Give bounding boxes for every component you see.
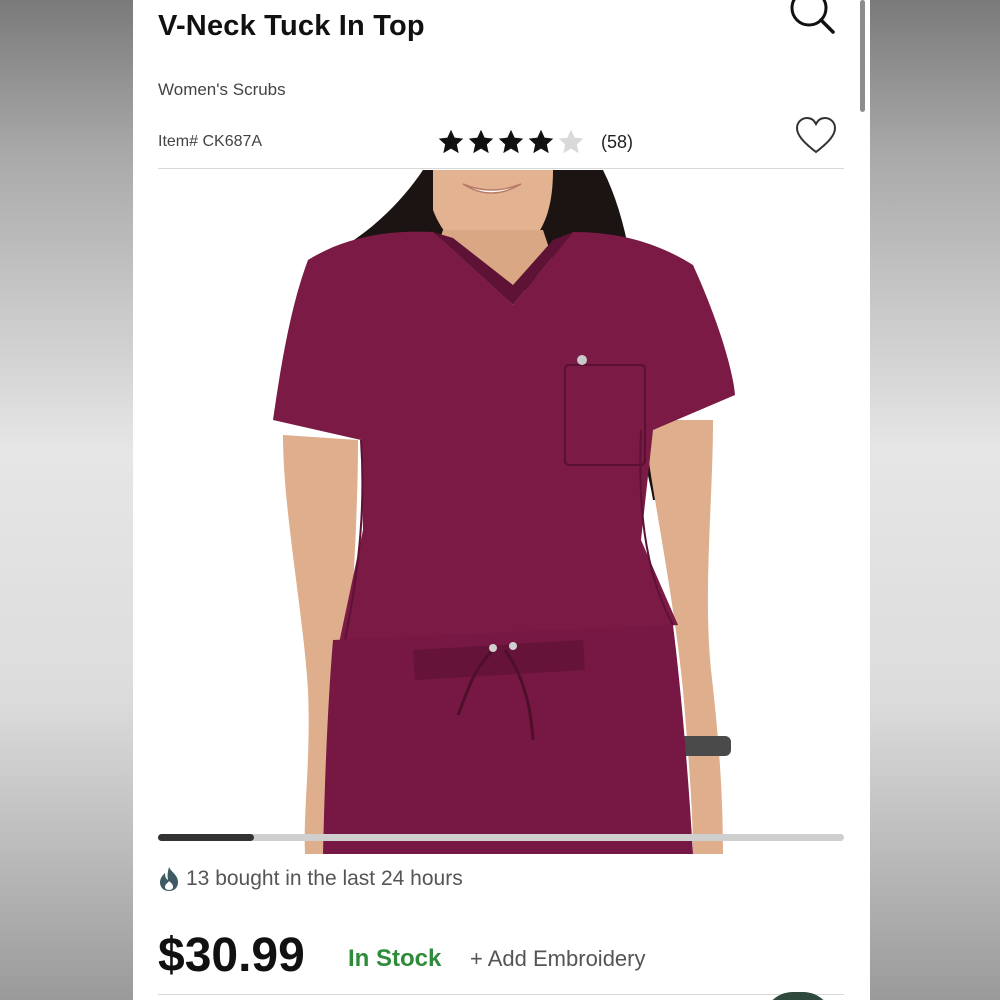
- header-divider: [158, 168, 844, 169]
- product-page: V-Neck Tuck In Top Women's Scrubs Item# …: [133, 0, 870, 1000]
- stock-status: In Stock: [348, 945, 442, 972]
- footer-divider: [158, 994, 844, 995]
- item-number: Item# CK687A: [158, 133, 263, 150]
- product-category: Women's Scrubs: [158, 80, 286, 99]
- background-right: [870, 0, 1000, 1000]
- star-filled-icon: [528, 129, 554, 154]
- background-left: [0, 0, 133, 1000]
- purchase-activity: 13 bought in the last 24 hours: [158, 866, 463, 892]
- product-title: V-Neck Tuck In Top: [158, 10, 425, 42]
- page-scrollbar[interactable]: [860, 0, 865, 112]
- review-count[interactable]: (58): [601, 132, 633, 153]
- product-price: $30.99: [158, 929, 305, 982]
- carousel-position: [158, 834, 255, 841]
- star-filled-icon: [498, 129, 524, 154]
- flame-icon: [160, 867, 178, 891]
- star-filled-icon: [468, 129, 494, 154]
- search-icon[interactable]: [785, 0, 837, 38]
- rating-widget[interactable]: (58): [437, 124, 633, 160]
- star-rating: [437, 128, 587, 156]
- image-carousel-indicator[interactable]: [158, 834, 844, 841]
- add-embroidery-link[interactable]: + Add Embroidery: [470, 946, 645, 972]
- product-image[interactable]: [133, 170, 870, 854]
- star-filled-icon: [438, 129, 464, 154]
- heart-outline-icon[interactable]: [795, 116, 837, 158]
- star-empty-icon: [558, 129, 584, 154]
- purchase-activity-text: 13 bought in the last 24 hours: [186, 867, 463, 890]
